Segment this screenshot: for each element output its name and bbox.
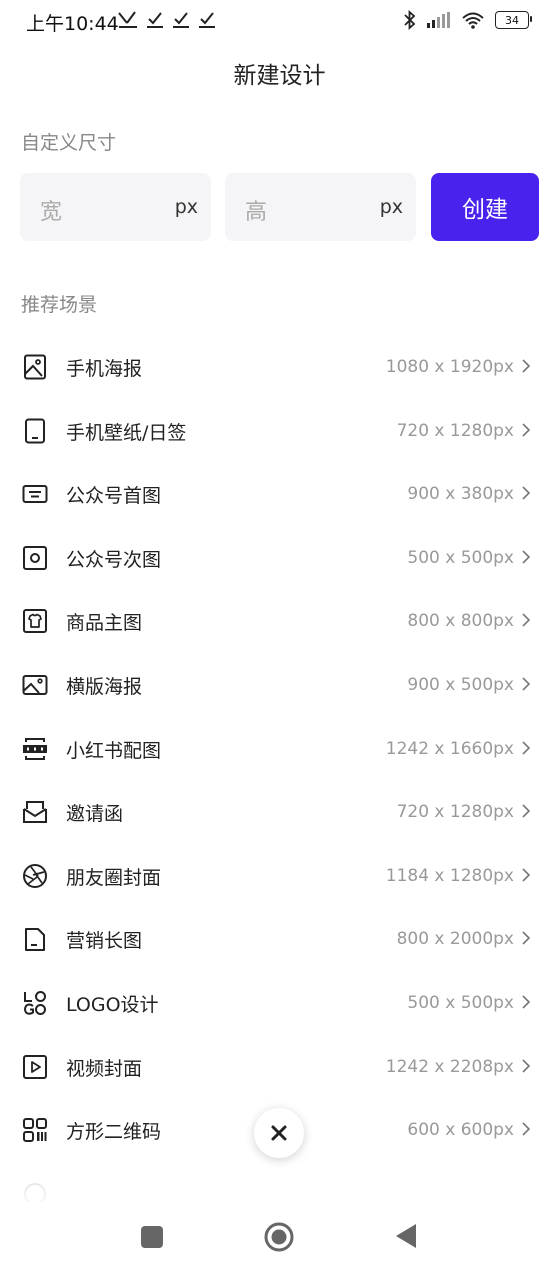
envelope-icon xyxy=(23,801,47,824)
chevron-right-icon xyxy=(522,1058,531,1073)
height-input[interactable]: 高 px xyxy=(225,173,416,241)
scene-name: 横版海报 xyxy=(66,675,143,698)
status-right-icons: 34 xyxy=(403,10,532,30)
custom-size-label: 自定义尺寸 xyxy=(21,132,117,154)
logo-icon xyxy=(24,990,46,1015)
notification-icons xyxy=(117,9,217,36)
scene-item-logo-design[interactable]: LOGO设计 500 x 500px xyxy=(0,972,559,1036)
scene-name: LOGO设计 xyxy=(66,993,159,1016)
scene-size: 1242 x 1660px xyxy=(385,738,514,759)
image-portrait-icon xyxy=(24,354,46,380)
scene-name: 商品主图 xyxy=(66,612,143,635)
scene-item-wechat-cover[interactable]: 公众号首图 900 x 380px xyxy=(0,463,559,527)
scene-list: 手机海报 1080 x 1920px 手机壁纸/日签 720 x 1280px … xyxy=(0,336,559,1226)
close-icon xyxy=(271,1125,287,1141)
scene-item-phone-wallpaper[interactable]: 手机壁纸/日签 720 x 1280px xyxy=(0,400,559,464)
width-placeholder: 宽 xyxy=(40,200,63,225)
scene-size: 600 x 600px xyxy=(407,1120,514,1141)
scene-item-mobile-poster[interactable]: 手机海报 1080 x 1920px xyxy=(0,336,559,400)
chevron-right-icon xyxy=(522,677,531,691)
scene-item-moments-cover[interactable]: 朋友圈封面 1184 x 1280px xyxy=(0,845,559,909)
scene-name: 手机壁纸/日签 xyxy=(66,421,187,444)
scene-size: 900 x 500px xyxy=(407,674,514,695)
scene-size: 720 x 1280px xyxy=(396,420,514,441)
chevron-right-icon xyxy=(522,804,531,818)
chevron-right-icon xyxy=(522,1122,531,1136)
scene-item-video-cover[interactable]: 视频封面 1242 x 2208px xyxy=(0,1036,559,1100)
scene-item-landscape-poster[interactable]: 横版海报 900 x 500px xyxy=(0,654,559,718)
chevron-right-icon xyxy=(522,931,531,945)
scene-size: 1242 x 2208px xyxy=(385,1056,514,1077)
scene-name: 公众号次图 xyxy=(66,548,162,571)
scene-name: 方形二维码 xyxy=(66,1121,162,1144)
scene-name: 邀请函 xyxy=(66,803,124,826)
page-title: 新建设计 xyxy=(233,63,326,89)
chevron-right-icon xyxy=(522,359,531,373)
wifi-icon xyxy=(462,12,484,29)
chevron-right-icon xyxy=(522,613,531,627)
scene-size: 800 x 800px xyxy=(407,611,514,632)
system-nav-bar xyxy=(0,1202,559,1280)
scene-item-xiaohongshu[interactable]: 小红书配图 1242 x 1660px xyxy=(0,718,559,782)
scene-item-marketing-long[interactable]: 营销长图 800 x 2000px xyxy=(0,908,559,972)
battery-level: 34 xyxy=(505,13,519,27)
chevron-right-icon xyxy=(522,868,531,882)
scene-size: 720 x 1280px xyxy=(396,802,514,823)
scene-name: 小红书配图 xyxy=(66,739,162,762)
banner-icon xyxy=(22,485,48,504)
home-button[interactable] xyxy=(264,1222,294,1252)
scene-name: 手机海报 xyxy=(66,358,143,380)
chevron-right-icon xyxy=(522,486,531,500)
document-icon xyxy=(25,928,45,952)
image-landscape-icon xyxy=(22,674,48,695)
scene-item-invitation[interactable]: 邀请函 720 x 1280px xyxy=(0,781,559,845)
width-input[interactable]: 宽 px xyxy=(20,173,211,241)
qrcode-icon xyxy=(23,1118,47,1143)
xiaohongshu-icon xyxy=(23,737,47,760)
square-circle-icon xyxy=(23,545,47,570)
scene-item-wechat-secondary[interactable]: 公众号次图 500 x 500px xyxy=(0,527,559,591)
aperture-icon xyxy=(23,863,47,888)
back-button[interactable] xyxy=(395,1223,417,1249)
signal-icon xyxy=(427,12,450,28)
recent-apps-button[interactable] xyxy=(141,1226,163,1248)
scene-size: 1080 x 1920px xyxy=(385,357,514,377)
scene-name: 营销长图 xyxy=(66,930,143,953)
scene-name: 视频封面 xyxy=(66,1057,143,1080)
scene-size: 800 x 2000px xyxy=(396,929,514,950)
recommended-scenes-label: 推荐场景 xyxy=(21,294,98,316)
play-icon xyxy=(23,1054,47,1079)
bluetooth-icon xyxy=(404,10,416,30)
scene-item-product-image[interactable]: 商品主图 800 x 800px xyxy=(0,590,559,654)
battery-icon: 34 xyxy=(495,11,532,29)
tshirt-icon xyxy=(23,609,47,634)
scene-size: 500 x 500px xyxy=(407,992,514,1013)
scene-name: 公众号首图 xyxy=(66,485,162,508)
chevron-right-icon xyxy=(522,550,531,564)
close-button[interactable] xyxy=(254,1108,304,1158)
chevron-right-icon xyxy=(522,740,531,755)
chevron-right-icon xyxy=(522,995,531,1009)
scene-size: 500 x 500px xyxy=(407,547,514,568)
scene-size: 900 x 380px xyxy=(407,484,514,505)
height-unit: px xyxy=(379,196,403,218)
status-time: 上午10:44 xyxy=(26,13,119,35)
phone-icon xyxy=(25,418,45,444)
scene-size: 1184 x 1280px xyxy=(385,865,514,886)
status-bar: 上午10:44 34 xyxy=(0,0,559,44)
scene-name: 朋友圈封面 xyxy=(66,866,162,889)
notification-check-icons xyxy=(118,11,215,28)
create-button[interactable]: 创建 xyxy=(431,173,539,241)
chevron-right-icon xyxy=(522,423,531,437)
height-placeholder: 高 xyxy=(245,200,268,225)
width-unit: px xyxy=(174,196,198,218)
